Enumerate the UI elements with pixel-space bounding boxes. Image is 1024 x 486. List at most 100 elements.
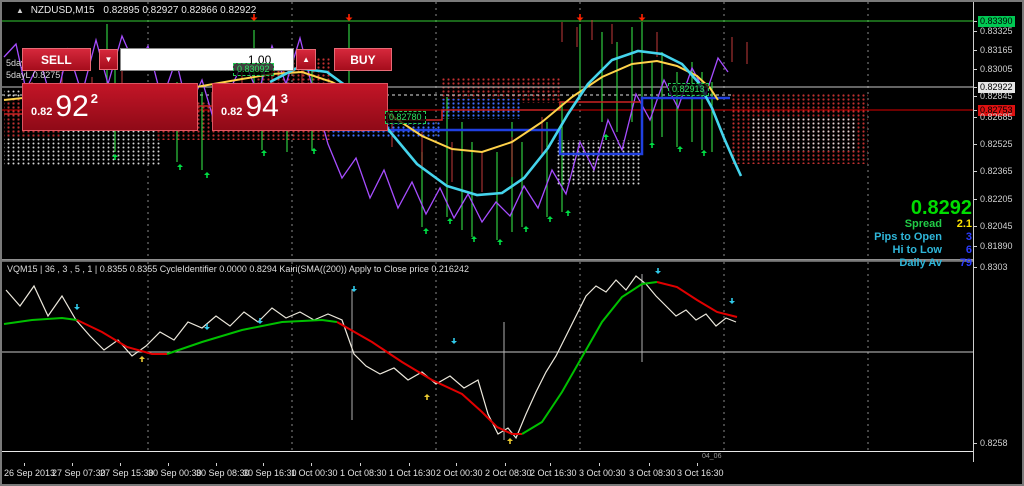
- time-tick-label: 2 Oct 00:30: [436, 468, 483, 478]
- tick-mark: [505, 463, 506, 466]
- tick-mark: [216, 463, 217, 466]
- info-label: Spread: [904, 218, 942, 230]
- buy-price-panel[interactable]: 0.82 94 3: [212, 83, 388, 131]
- time-tick-label: 26 Sep 2013: [4, 468, 56, 478]
- price-tick-label: 0.83325: [980, 26, 1013, 36]
- tick-mark: [974, 117, 977, 118]
- price-tick-label: 0.82045: [980, 221, 1013, 231]
- market-info-panel: 0.8292 Spread 2.1 Pips to Open 3 Hi to Low 6 D…: [822, 198, 972, 270]
- time-axis: 26 Sep 2013 27 Sep 07:30 27 Sep 15:30 30 Se…: [2, 463, 974, 482]
- tick-mark: [974, 96, 977, 97]
- indicator-cloud: [752, 117, 857, 151]
- price-callout-box: 0.83092: [233, 63, 274, 76]
- price-tick-label: 0.82685: [980, 112, 1013, 122]
- price-tick-label: 0.83005: [980, 64, 1013, 74]
- tick-mark: [168, 463, 169, 466]
- info-row: Pips to Open 3: [822, 231, 972, 244]
- tick-mark: [24, 463, 25, 466]
- up-arrow-icon: ▲: [302, 55, 311, 64]
- tick-mark: [974, 110, 977, 111]
- tick-mark: [974, 171, 977, 172]
- tick-mark: [697, 463, 698, 466]
- volume-decrease-button[interactable]: ▼: [98, 49, 119, 70]
- price-axis: 0.83390 0.83325 0.83165 0.83005 0.82922 0.828…: [974, 2, 1022, 462]
- lower-indicator-plot[interactable]: [2, 262, 974, 451]
- time-tick-label: 1 Oct 16:30: [389, 468, 436, 478]
- collapsed-subwindow-label: 04_06: [702, 453, 722, 460]
- tick-mark: [120, 463, 121, 466]
- current-price: 0.8292: [910, 197, 972, 219]
- time-tick-label: 1 Oct 00:30: [291, 468, 338, 478]
- tick-mark: [974, 443, 977, 444]
- info-label: Daily Av: [899, 257, 942, 269]
- info-label: Hi to Low: [892, 244, 943, 256]
- price-callout-box: 0.82913: [668, 83, 709, 96]
- tick-mark: [974, 267, 977, 268]
- price-callout-box: 0.82780: [385, 111, 426, 124]
- down-arrow-icon: ▼: [104, 55, 113, 64]
- time-tick-label: 2 Oct 16:30: [530, 468, 577, 478]
- info-row: Spread 2.1: [822, 218, 972, 231]
- info-rows: Spread 2.1 Pips to Open 3 Hi to Low 6 Daily Av…: [822, 218, 972, 270]
- price-tick-label: 0.82525: [980, 139, 1013, 149]
- tick-mark: [311, 463, 312, 466]
- tick-mark: [974, 50, 977, 51]
- info-value: 79: [959, 257, 972, 269]
- tick-mark: [649, 463, 650, 466]
- tick-mark: [974, 144, 977, 145]
- price-tick-label: 0.8303: [980, 262, 1008, 272]
- info-row: Hi to Low 6: [822, 244, 973, 257]
- lower-indicator-header: VQM15 | 36 , 3 , 5 , 1 | 0.8355 0.8355 C…: [7, 264, 469, 274]
- tick-mark: [456, 463, 457, 466]
- time-tick-label: 1 Oct 08:30: [340, 468, 387, 478]
- time-tick-label: 3 Oct 00:30: [579, 468, 626, 478]
- tick-mark: [974, 199, 977, 200]
- price-tick-label: 0.8258: [980, 438, 1008, 448]
- symbol-timeframe: NZDUSD,M15: [30, 5, 95, 16]
- tick-mark: [974, 246, 977, 247]
- tick-mark: [550, 463, 551, 466]
- time-tick-label: 27 Sep 07:30: [52, 468, 106, 478]
- info-value: 2.1: [956, 218, 972, 230]
- price-tick-label: 0.82205: [980, 194, 1013, 204]
- price-tick-label: 0.82365: [980, 166, 1013, 176]
- tick-mark: [974, 31, 977, 32]
- one-click-trading-widget: SELL ▼ ▲ BUY 0.82 92 2 0.82 94 3: [22, 48, 393, 131]
- tick-mark: [72, 463, 73, 466]
- tick-mark: [409, 463, 410, 466]
- chart-window: VQM15 | 36 , 3 , 5 , 1 | 0.8355 0.8355 C…: [0, 0, 1024, 486]
- volume-increase-button[interactable]: ▲: [296, 49, 316, 70]
- buy-price-big: 94: [245, 90, 279, 123]
- info-label: Pips to Open: [874, 231, 942, 243]
- sell-price-big: 92: [55, 90, 89, 123]
- price-tick-label: 0.83165: [980, 45, 1013, 55]
- tick-mark: [360, 463, 361, 466]
- time-tick-label: 30 Sep 00:30: [148, 468, 202, 478]
- tick-mark: [599, 463, 600, 466]
- price-tick-label: 0.81890: [980, 241, 1013, 251]
- sell-button[interactable]: SELL: [22, 48, 91, 71]
- buy-price-sup: 3: [280, 90, 289, 106]
- tick-mark: [974, 69, 977, 70]
- info-value: 6: [965, 244, 972, 256]
- sell-price-prefix: 0.82: [31, 106, 53, 118]
- buy-button[interactable]: BUY: [333, 48, 393, 71]
- sell-price-sup: 2: [90, 90, 99, 106]
- buy-price-prefix: 0.82: [221, 106, 243, 118]
- chart-icon: ▲: [16, 6, 24, 15]
- tick-mark: [974, 226, 977, 227]
- time-tick-label: 30 Sep 08:30: [196, 468, 250, 478]
- time-tick-label: 3 Oct 16:30: [677, 468, 724, 478]
- time-tick-label: 30 Sep 16:30: [243, 468, 297, 478]
- indicator-cloud: [442, 99, 522, 119]
- ohlc-values: 0.82895 0.82927 0.82866 0.82922: [103, 5, 257, 16]
- price-tick-label: 0.82845: [980, 91, 1013, 101]
- time-tick-label: 27 Sep 15:30: [100, 468, 154, 478]
- tick-mark: [974, 21, 977, 22]
- tick-mark: [974, 87, 977, 88]
- tick-mark: [263, 463, 264, 466]
- info-value: 3: [965, 231, 972, 243]
- time-tick-label: 2 Oct 08:30: [485, 468, 532, 478]
- time-tick-label: 3 Oct 08:30: [629, 468, 676, 478]
- sell-price-panel[interactable]: 0.82 92 2: [22, 83, 198, 131]
